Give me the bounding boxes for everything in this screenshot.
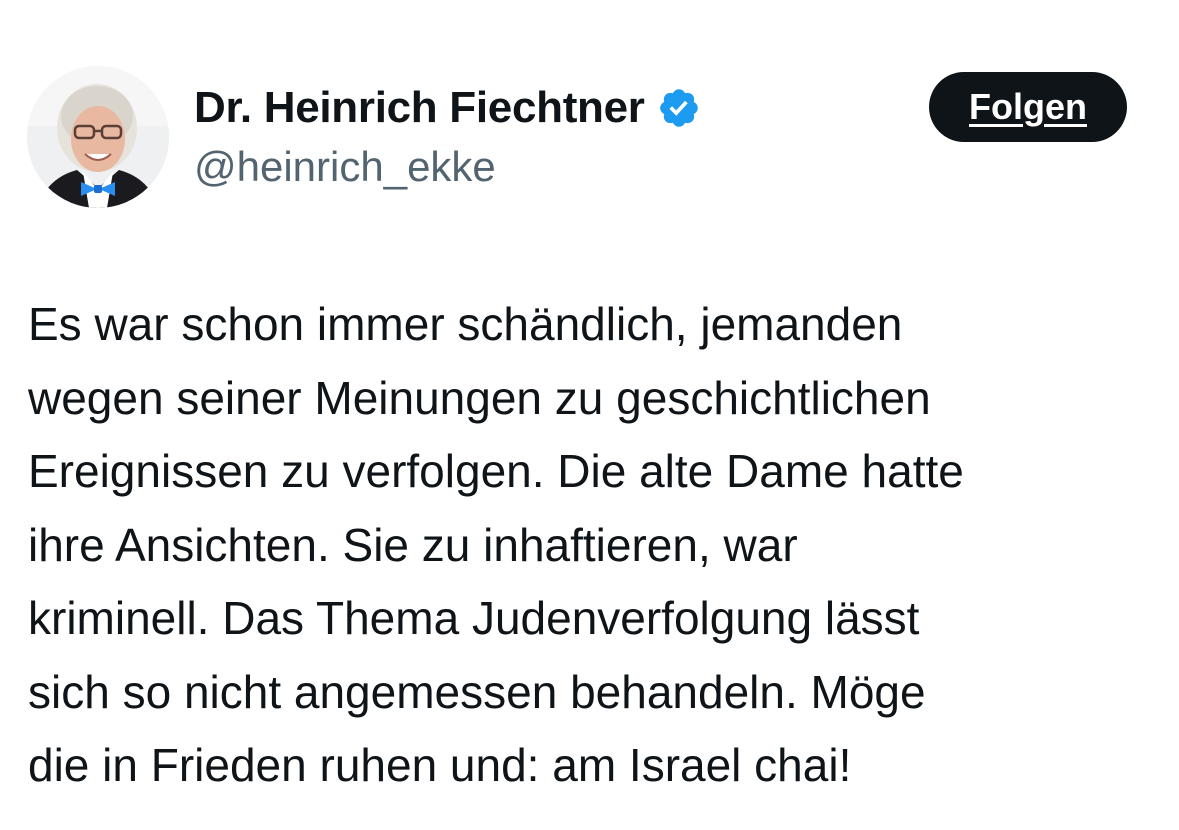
display-name[interactable]: Dr. Heinrich Fiechtner	[194, 83, 645, 133]
follow-button[interactable]: Folgen	[929, 72, 1127, 142]
author-name-row: Dr. Heinrich Fiechtner	[194, 82, 701, 134]
verified-badge-icon[interactable]	[657, 86, 701, 130]
tweet-card: Dr. Heinrich Fiechtner @heinrich_ekke Fo…	[0, 0, 1179, 830]
profile-photo	[27, 66, 169, 208]
avatar[interactable]	[27, 66, 169, 208]
author-handle[interactable]: @heinrich_ekke	[194, 143, 496, 191]
tweet-text: Es war schon immer schändlich, jemanden …	[28, 298, 964, 791]
